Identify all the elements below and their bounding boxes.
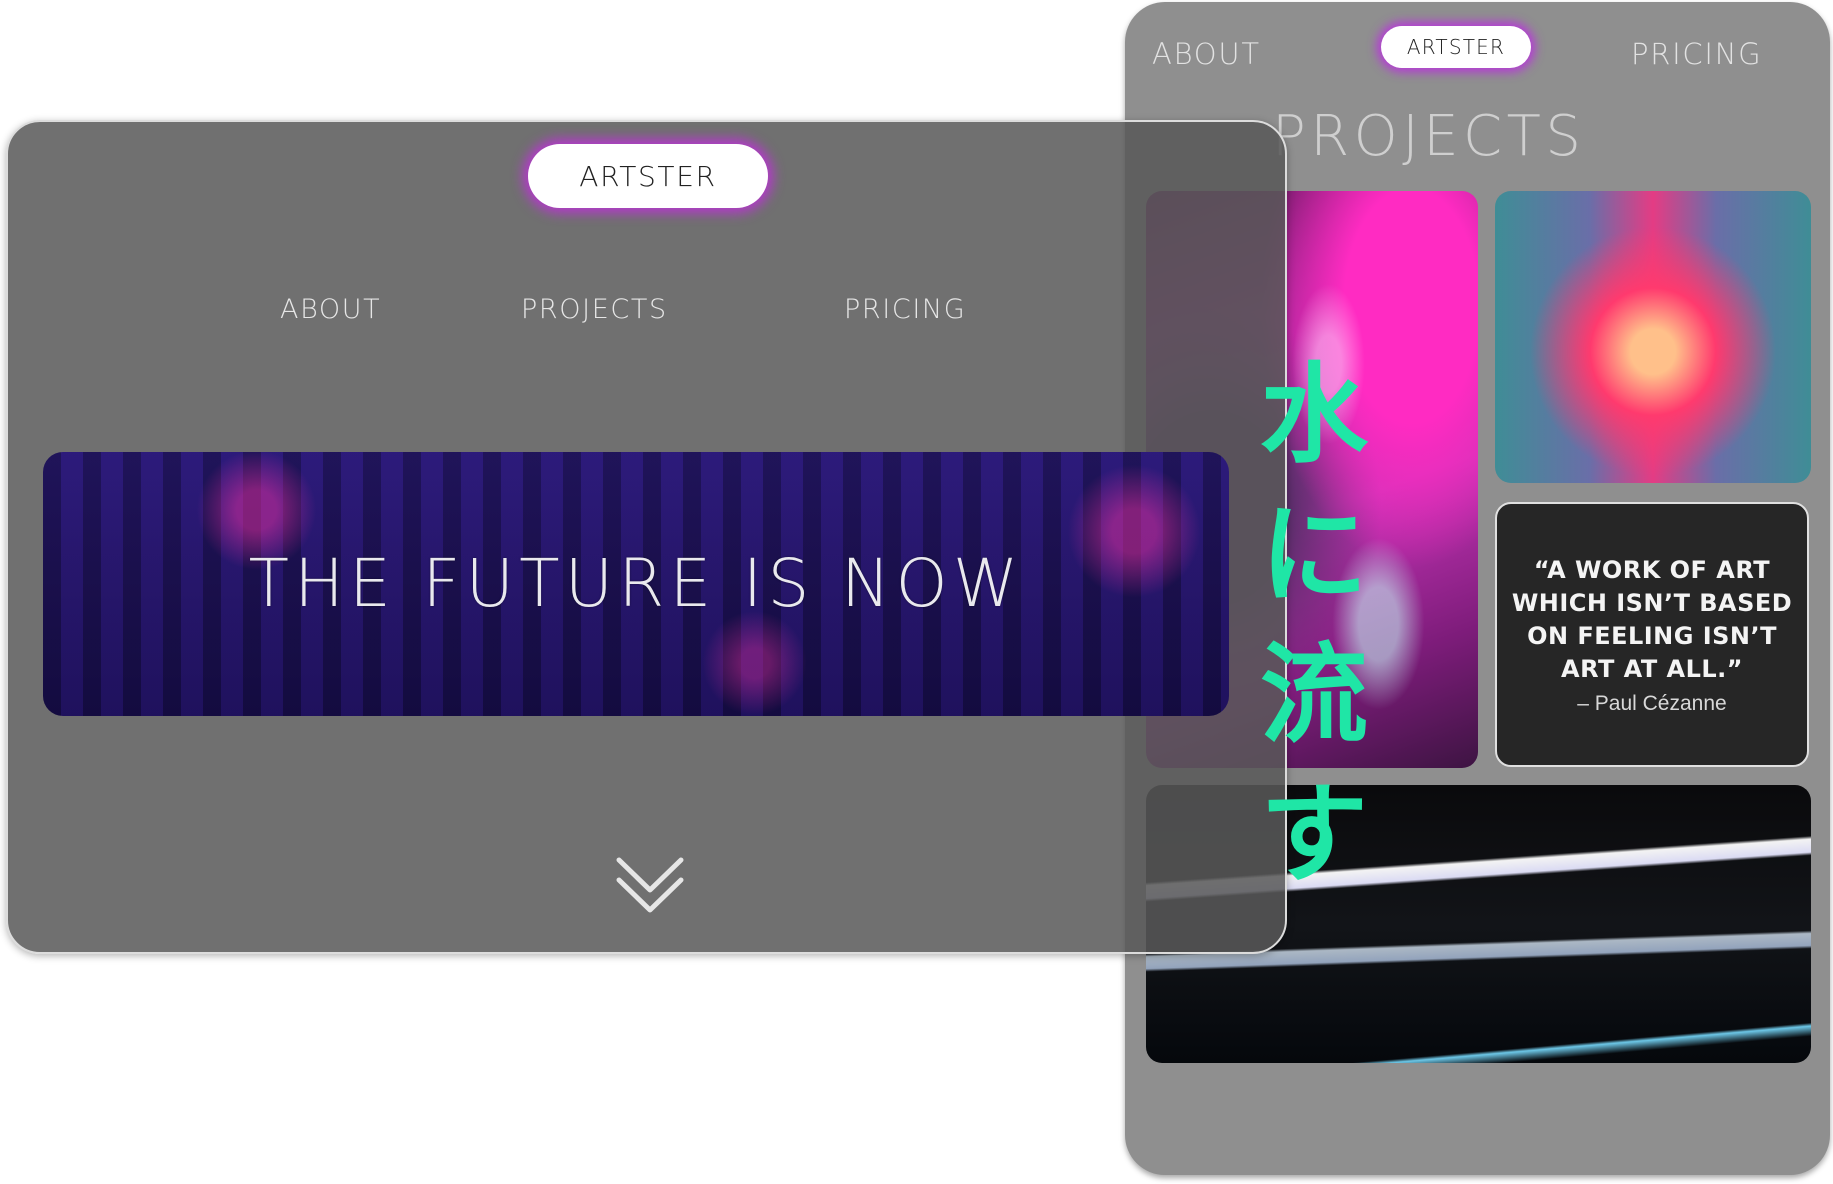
logo-button[interactable]: ARTSTER (1381, 26, 1531, 68)
project-image-neon-corridor[interactable] (1495, 191, 1811, 483)
overlay-char: 流 (1259, 633, 1368, 758)
nav-projects-link[interactable]: PROJECTS (521, 294, 668, 325)
nav-pricing-link[interactable]: PRICING (844, 294, 966, 325)
hero-banner: THE FUTURE IS NOW (43, 452, 1229, 716)
overlay-char: 水 (1259, 353, 1368, 478)
nav-pricing-link[interactable]: PRICING (1631, 37, 1762, 71)
chevron-down-icon[interactable] (615, 854, 685, 914)
vertical-overlay-text: 水 に 流 す (1244, 346, 1384, 906)
nav-about-link[interactable]: ABOUT (280, 294, 381, 325)
projects-section-title: PROJECTS (1272, 104, 1586, 169)
overlay-char: に (1259, 493, 1368, 618)
quote-author: – Paul Cézanne (1577, 691, 1727, 715)
hero-title: THE FUTURE IS NOW (248, 545, 1024, 622)
nav-about-link[interactable]: ABOUT (1152, 37, 1261, 71)
overlay-char: す (1259, 773, 1368, 898)
desktop-mockup: ARTSTER ABOUT PROJECTS PRICING THE FUTUR… (6, 120, 1287, 954)
logo-button[interactable]: ARTSTER (528, 144, 768, 208)
quote-card: “A WORK OF ART WHICH ISN’T BASED ON FEEL… (1495, 502, 1809, 767)
quote-text: “A WORK OF ART WHICH ISN’T BASED ON FEEL… (1511, 555, 1793, 683)
